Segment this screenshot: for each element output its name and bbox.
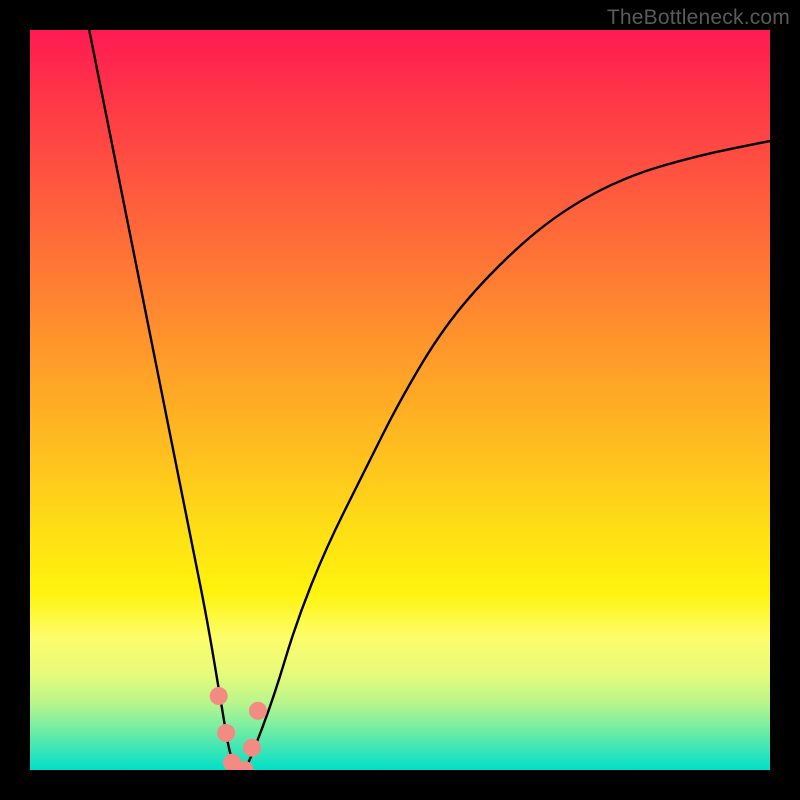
watermark-text: TheBottleneck.com <box>607 6 790 30</box>
plot-area <box>30 30 770 770</box>
marker-dot <box>217 724 235 742</box>
chart-container: TheBottleneck.com <box>0 0 800 800</box>
curve-path <box>89 30 770 770</box>
marker-dot <box>249 702 267 720</box>
bottleneck-curve <box>89 30 770 770</box>
marker-dot <box>243 739 261 757</box>
marker-dot <box>210 687 228 705</box>
chart-svg <box>30 30 770 770</box>
minimum-markers <box>210 687 267 770</box>
